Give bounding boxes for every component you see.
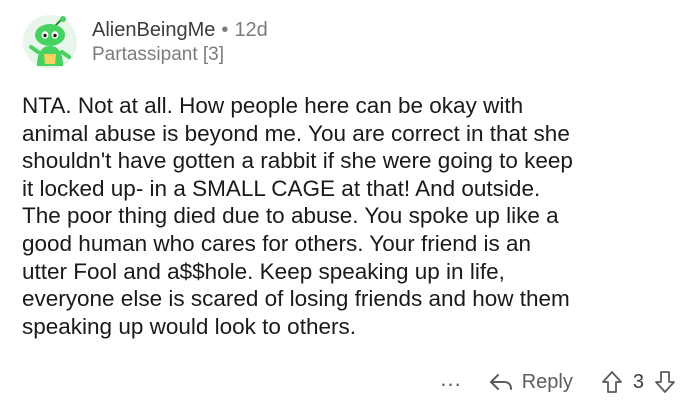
- comment-age[interactable]: 12d: [234, 19, 267, 41]
- comment-body-line: good human who cares for others. Your fr…: [22, 230, 532, 256]
- comment-body-line: it locked up- in a SMALL CAGE at that! A…: [22, 175, 541, 201]
- reply-label: Reply: [521, 370, 573, 393]
- username[interactable]: AlienBeingMe: [92, 19, 215, 41]
- reply-arrow-icon: [489, 374, 512, 390]
- comment: AlienBeingMe • 12d Partassipant [3] NTA. N…: [0, 0, 700, 413]
- meta-top-line: AlienBeingMe • 12d: [92, 17, 268, 43]
- comment-body-line: utter Fool and a$$hole. Keep speaking up…: [22, 258, 505, 284]
- comment-body: NTA. Not at all. How people here can be …: [22, 92, 682, 340]
- vote-count: 3: [632, 370, 644, 393]
- more-options-button[interactable]: ...: [440, 368, 461, 395]
- reply-button[interactable]: Reply: [488, 371, 573, 394]
- comment-body-line: shouldn't have gotten a rabbit if she we…: [22, 148, 573, 174]
- comment-actions: ... Reply 3: [440, 364, 676, 400]
- comment-body-line: speaking up would look to others.: [22, 313, 356, 339]
- snoo-avatar-icon: [23, 15, 77, 69]
- comment-meta: AlienBeingMe • 12d Partassipant [3]: [92, 17, 268, 67]
- upvote-arrow-icon: [601, 371, 622, 393]
- user-flair: Partassipant [3]: [92, 44, 225, 65]
- comment-body-line: everyone else is scared of losing friend…: [22, 286, 570, 312]
- meta-separator: •: [221, 19, 229, 41]
- comment-header: AlienBeingMe • 12d Partassipant [3]: [22, 10, 268, 74]
- downvote-button[interactable]: [654, 370, 676, 394]
- comment-body-line: The poor thing died due to abuse. You sp…: [22, 203, 559, 229]
- comment-body-line: NTA. Not at all. How people here can be …: [22, 93, 524, 118]
- downvote-arrow-icon: [655, 371, 675, 393]
- comment-body-line: animal abuse is beyond me. You are corre…: [22, 120, 570, 146]
- avatar[interactable]: [22, 14, 78, 70]
- upvote-button[interactable]: [601, 370, 623, 394]
